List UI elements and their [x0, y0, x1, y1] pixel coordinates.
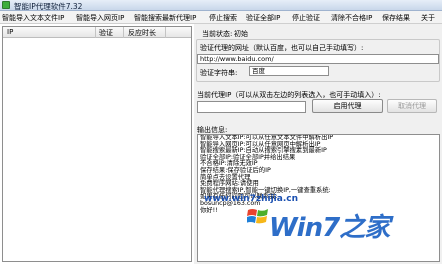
menu-stop-search[interactable]: 停止搜索 — [209, 13, 237, 23]
column-verify[interactable]: 验证 — [99, 28, 113, 38]
verify-url-input[interactable]: http://www.baidu.com/ — [197, 54, 439, 64]
column-divider[interactable] — [123, 27, 124, 38]
app-icon — [2, 1, 10, 9]
menu-about[interactable]: 关于 — [421, 13, 435, 23]
menu-clear-invalid[interactable]: 清除不合格IP — [331, 13, 372, 23]
title-bar: 智能IP代理软件7.32 — [0, 0, 442, 11]
current-proxy-input[interactable] — [197, 101, 306, 113]
proxy-list-header: IP 验证 反应时长 — [3, 27, 191, 38]
watermark: Win7之家 — [249, 201, 405, 243]
menu-import-text-ip[interactable]: 智能导入文本文件IP — [2, 13, 64, 23]
watermark-text: Win7之家 — [269, 213, 390, 243]
column-ip[interactable]: IP — [7, 28, 13, 36]
status-label: 当前状态: — [202, 30, 233, 38]
menu-search-latest-proxy[interactable]: 智能搜索最新代理IP — [134, 13, 196, 23]
verify-keyword-input[interactable]: 百度 — [249, 66, 329, 76]
proxy-list[interactable]: IP 验证 反应时长 — [2, 26, 192, 262]
menu-save-results[interactable]: 保存结果 — [382, 13, 410, 23]
verify-keyword-label: 验证字符串: — [200, 69, 238, 77]
column-divider[interactable] — [95, 27, 96, 38]
cancel-proxy-button[interactable]: 取消代理 — [387, 99, 437, 113]
column-divider[interactable] — [165, 27, 166, 38]
menu-bar: 智能导入文本文件IP 智能导入网页IP 智能搜索最新代理IP 停止搜索 验证全部… — [0, 11, 442, 24]
verify-url-label: 验证代理的网址（默认百度，也可以自己手动填写）: — [200, 44, 364, 52]
status-value: 初始 — [234, 30, 248, 38]
enable-proxy-button[interactable]: 启用代理 — [312, 99, 383, 113]
menu-stop-verify[interactable]: 停止验证 — [292, 13, 320, 23]
menu-verify-all[interactable]: 验证全部IP — [246, 13, 280, 23]
menu-import-web-ip[interactable]: 智能导入网页IP — [76, 13, 124, 23]
column-response-time[interactable]: 反应时长 — [128, 28, 156, 38]
